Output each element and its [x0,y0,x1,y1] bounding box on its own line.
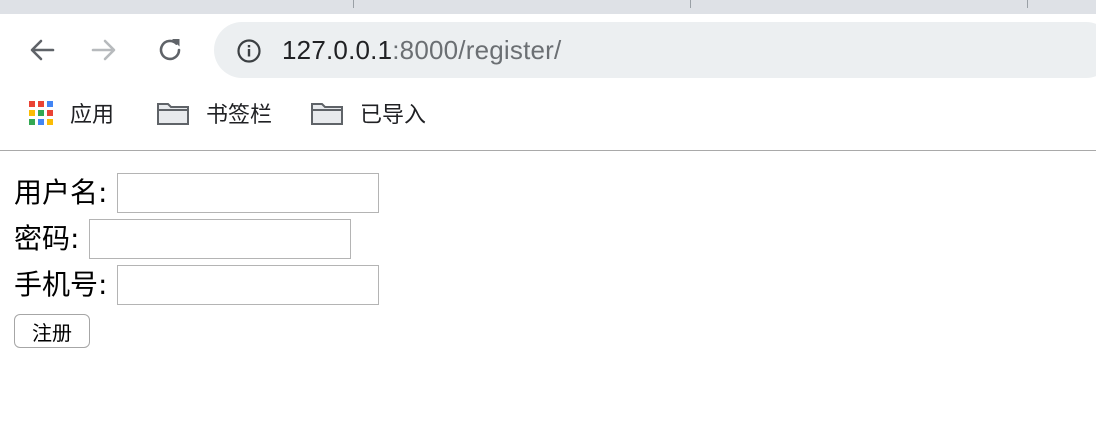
phone-label: 手机号: [14,268,108,301]
bookmark-folder-imported[interactable]: 已导入 [310,98,426,128]
username-label: 用户名: [14,176,108,209]
bookmark-label: 应用 [70,103,115,128]
url-text[interactable]: 127.0.0.1:8000/register/ [282,36,561,64]
bookmark-folder-bookmarks-bar[interactable]: 书签栏 [156,98,272,128]
phone-row: 手机号: [14,265,380,305]
reload-button[interactable] [150,32,190,68]
tab-separator [1027,0,1028,8]
tab-separator [690,0,691,8]
page-content: 用户名: 密码: 手机号: 注册 [0,152,1096,438]
tab-strip [0,0,1096,14]
arrow-left-icon [30,39,55,61]
folder-icon [310,100,344,126]
apps-grid-icon [28,100,54,126]
bookmark-label: 已导入 [360,103,427,128]
url-host: 127.0.0.1 [282,35,393,65]
bookmark-apps[interactable]: 应用 [28,98,114,128]
arrow-right-icon [91,39,116,61]
url-path: :8000/register/ [392,35,562,65]
tab-separator [353,0,354,8]
address-bar[interactable]: 127.0.0.1:8000/register/ [214,22,1096,78]
forward-button[interactable] [84,32,124,68]
password-input[interactable] [89,219,352,259]
password-row: 密码: [14,219,352,259]
browser-toolbar: 127.0.0.1:8000/register/ [0,14,1096,86]
bookmark-label: 书签栏 [206,103,273,128]
info-icon[interactable] [236,38,262,64]
bookmarks-bar: 应用 书签栏 已导入 [0,86,1096,151]
folder-icon [156,100,190,126]
phone-input[interactable] [117,265,380,305]
username-row: 用户名: [14,173,380,213]
reload-icon [159,39,181,61]
password-label: 密码: [14,222,80,255]
register-button[interactable]: 注册 [14,314,90,348]
back-button[interactable] [22,32,62,68]
username-input[interactable] [117,173,380,213]
